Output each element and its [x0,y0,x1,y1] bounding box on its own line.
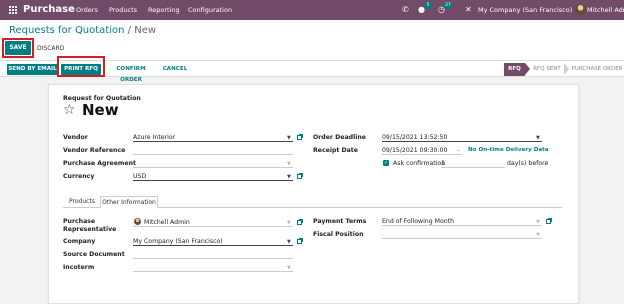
company-label: Company [63,238,96,245]
external-link-icon[interactable] [297,238,303,244]
send-by-email-button[interactable]: SEND BY EMAIL [7,64,58,75]
currency-field[interactable] [133,172,293,181]
external-link-icon[interactable] [546,218,552,224]
receipt-date-label: Receipt Date [313,147,358,154]
vendor-value[interactable]: Azure Interior [133,134,175,141]
phone-icon[interactable]: ✆ [402,5,409,14]
app-name[interactable]: Purchase [23,4,75,15]
payment-terms-label: Payment Terms [313,218,367,225]
days-before-label: day(s) before [507,160,549,167]
control-panel: Requests for Quotation / New SAVE DISCAR… [0,20,624,60]
external-link-icon[interactable] [297,134,303,140]
dropdown-caret-icon[interactable]: ▼ [287,220,291,226]
purchase-representative-value[interactable]: Mitchell Admin [144,219,190,226]
user-menu[interactable]: Mitchell Admin [587,6,624,14]
dropdown-caret-icon[interactable]: ▼ [536,135,540,141]
apps-grid-icon[interactable] [9,6,17,14]
order-deadline-value[interactable]: 09/15/2021 13:52:50 [382,134,447,141]
confirm-order-button[interactable]: CONFIRM ORDER [105,64,157,83]
ask-confirmation-label: Ask confirmation [393,160,446,167]
top-navbar: Purchase Orders Products Reporting Confi… [0,0,624,20]
document-name: New [82,101,119,119]
tab-other-information[interactable]: Other Information [100,196,158,208]
star-icon[interactable]: ☆ [63,103,76,117]
external-link-icon[interactable] [297,173,303,179]
company-switcher[interactable]: My Company (San Francisco) [478,6,572,14]
dropdown-caret-icon[interactable]: ▼ [536,232,540,238]
user-avatar[interactable] [575,4,586,15]
stage-purchase-order: PURCHASE ORDER [571,66,623,72]
purchase-agreement-label: Purchase Agreement [63,160,136,167]
breadcrumb-separator: / [127,25,132,36]
vendor-reference-label: Vendor Reference [63,147,126,154]
dropdown-caret-icon[interactable]: ▼ [536,219,540,225]
on-time-delivery-link[interactable]: No On-time Delivery Data [468,147,549,153]
ask-confirmation-days-input[interactable] [441,159,505,168]
activity-badge: 27 [444,2,452,9]
print-rfq-highlight-box [57,56,105,77]
fiscal-position-label: Fiscal Position [313,231,364,238]
vendor-label: Vendor [63,134,88,141]
dropdown-caret-icon[interactable]: ▼ [287,174,291,180]
purchase-representative-label-line2: Representative [63,226,117,233]
dropdown-caret-icon[interactable]: ▼ [287,239,291,245]
payment-terms-value[interactable]: End of Following Month [382,218,454,225]
close-icon[interactable]: ✕ [465,5,472,14]
save-highlight-box [2,38,34,58]
menu-reporting[interactable]: Reporting [148,6,180,14]
external-link-icon[interactable] [297,219,303,225]
purchase-representative-label-line1: Purchase [63,218,96,225]
currency-label: Currency [63,173,95,180]
chat-badge: 5 [424,2,432,9]
company-value[interactable]: My Company (San Francisco) [133,238,223,245]
stage-arrow-icon [525,63,530,75]
stage-rfq-sent: RFQ SENT [533,66,561,72]
stage-rfq: RFQ [504,63,525,76]
order-deadline-label: Order Deadline [313,134,366,141]
menu-configuration[interactable]: Configuration [188,6,232,14]
fiscal-position-field[interactable] [382,230,542,239]
incoterm-field[interactable] [133,263,293,272]
vendor-reference-input[interactable] [133,146,293,155]
dropdown-caret-icon[interactable]: ▼ [287,161,291,167]
incoterm-label: Incoterm [63,264,95,271]
representative-avatar [134,218,141,225]
receipt-date-value[interactable]: 09/15/2021 09:30:00 [382,147,447,154]
source-document-label: Source Document [63,251,125,258]
menu-orders[interactable]: Orders [76,6,98,14]
ask-confirmation-checkbox[interactable]: ✓ [383,160,389,166]
tab-products[interactable]: Products [66,196,98,208]
menu-products[interactable]: Products [109,6,137,14]
receipt-date-separator: – [457,147,461,154]
ask-confirmation-days-value[interactable]: 1 [441,160,445,167]
discard-button[interactable]: DISCARD [37,45,64,52]
purchase-agreement-field[interactable] [133,159,293,168]
breadcrumb-current: New [134,25,157,36]
cancel-button[interactable]: CANCEL [161,64,189,75]
dropdown-caret-icon[interactable]: ▼ [287,135,291,141]
breadcrumb: Requests for Quotation / New [9,25,156,36]
dropdown-caret-icon[interactable]: ▼ [287,265,291,271]
form-sheet [48,84,579,304]
breadcrumb-rfq-link[interactable]: Requests for Quotation [9,25,124,36]
stage-arrow-icon [564,63,569,75]
source-document-input[interactable] [133,250,293,259]
currency-value[interactable]: USD [133,173,146,180]
